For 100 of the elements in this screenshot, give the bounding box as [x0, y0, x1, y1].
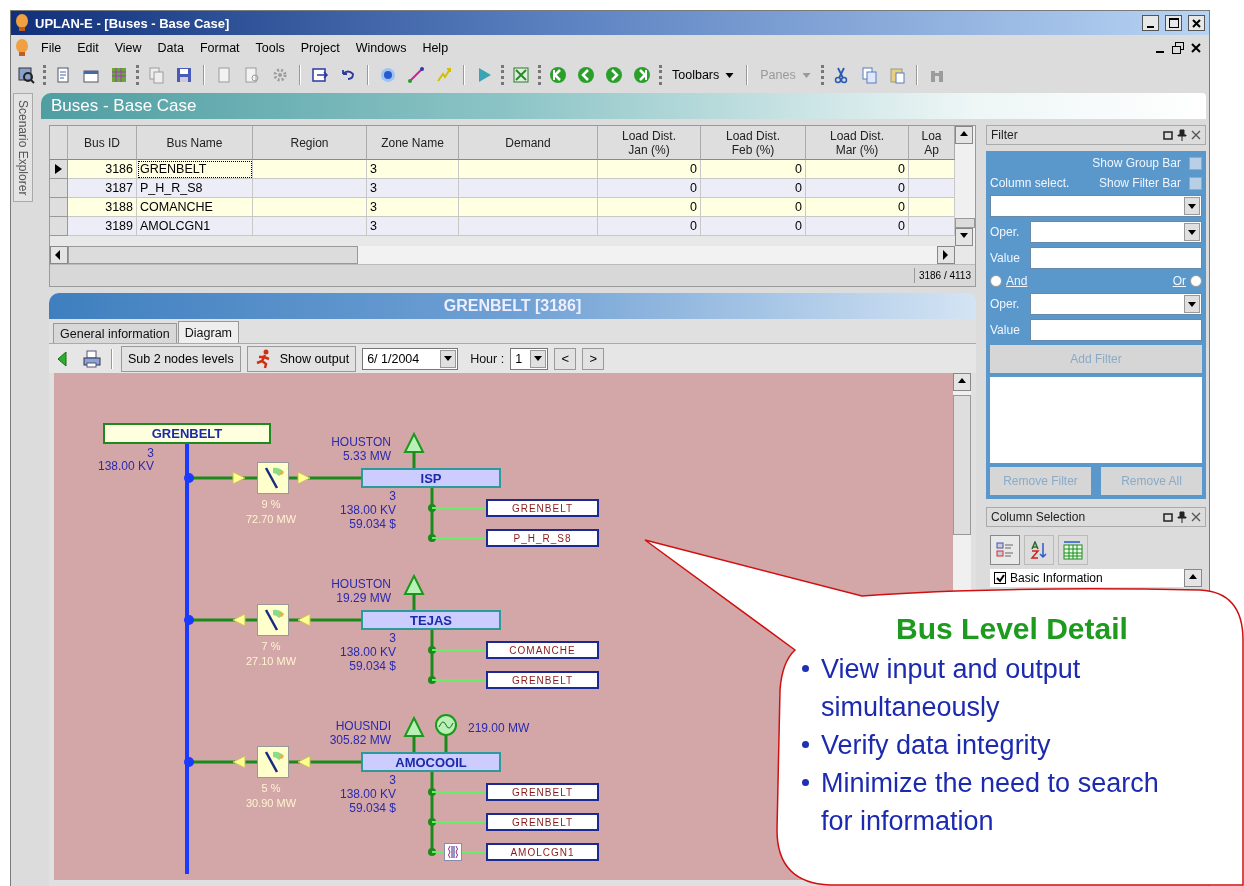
- table-cell: 3: [367, 160, 459, 179]
- column-header[interactable]: Load Dist. Jan (%): [598, 126, 701, 160]
- value-field[interactable]: [1030, 319, 1202, 341]
- column-header[interactable]: Load Dist. Mar (%): [806, 126, 909, 160]
- close-icon[interactable]: [1191, 130, 1201, 140]
- checkbox[interactable]: [1189, 156, 1202, 170]
- operator-dropdown[interactable]: [1030, 293, 1202, 315]
- bus-node[interactable]: TEJAS: [361, 610, 501, 630]
- bullet-icon: [802, 779, 809, 786]
- radio-button[interactable]: [990, 275, 1002, 287]
- restore-button[interactable]: [1169, 40, 1187, 56]
- scroll-up-button[interactable]: [955, 126, 973, 144]
- connected-bus-node[interactable]: GRENBELT: [486, 783, 599, 801]
- gauge-icon: [257, 604, 289, 636]
- row-header[interactable]: [50, 160, 68, 179]
- scroll-thumb[interactable]: [955, 218, 975, 228]
- column-header[interactable]: Load Dist. Feb (%): [701, 126, 806, 160]
- spreadsheet-icon[interactable]: [510, 64, 532, 86]
- checkbox[interactable]: [1189, 176, 1202, 190]
- float-icon[interactable]: [1163, 512, 1173, 522]
- value-field[interactable]: [1030, 247, 1202, 269]
- hour-dropdown[interactable]: 1: [510, 347, 549, 370]
- menu-item[interactable]: Tools: [247, 41, 293, 55]
- load-icon: [403, 716, 425, 752]
- scroll-right-button[interactable]: [937, 246, 955, 264]
- menu-item[interactable]: Data: [149, 41, 192, 55]
- scroll-thumb[interactable]: [953, 395, 971, 535]
- generator-icon: [435, 714, 457, 752]
- flow-percent: 5 %: [260, 782, 282, 795]
- menu-item[interactable]: File: [33, 41, 70, 55]
- table-cell: COMANCHE: [137, 198, 253, 217]
- load-icon: [403, 574, 425, 610]
- table-cell: 0: [806, 179, 909, 198]
- maximize-icon: [1168, 18, 1179, 28]
- menu-item[interactable]: Edit: [69, 41, 107, 55]
- connected-bus-node[interactable]: GRENBELT: [486, 813, 599, 831]
- scroll-down-button[interactable]: [955, 228, 973, 246]
- maximize-button[interactable]: [1165, 15, 1182, 31]
- pin-icon[interactable]: [1177, 129, 1187, 141]
- table-icon[interactable]: [1058, 535, 1088, 565]
- tab[interactable]: Diagram: [177, 321, 240, 343]
- connected-bus-node[interactable]: AMOLCGN1: [486, 843, 599, 861]
- print-icon[interactable]: [81, 347, 103, 370]
- bus-node[interactable]: GRENBELT: [103, 423, 271, 444]
- date-dropdown[interactable]: 6/ 1/2004: [362, 347, 459, 370]
- sort-icon[interactable]: [1024, 535, 1054, 565]
- scroll-up-button[interactable]: [1184, 569, 1202, 587]
- explorer-icon[interactable]: [15, 64, 37, 86]
- categories-icon[interactable]: [990, 535, 1020, 565]
- levels-button[interactable]: Sub 2 nodes levels: [121, 345, 241, 372]
- dropdown-arrow-icon: [534, 356, 543, 361]
- table-cell: 3186: [68, 160, 137, 179]
- area-label: HOUSNDI: [335, 720, 391, 733]
- column-header[interactable]: Demand: [459, 126, 598, 160]
- connected-bus-node[interactable]: GRENBELT: [486, 671, 599, 689]
- menu-item[interactable]: Windows: [347, 41, 415, 55]
- column-header[interactable]: Zone Name: [367, 126, 459, 160]
- tab[interactable]: General information: [53, 323, 177, 343]
- first-icon[interactable]: [547, 64, 569, 86]
- close-button[interactable]: [1188, 15, 1205, 31]
- next-button[interactable]: >: [582, 347, 605, 370]
- column-header[interactable]: Loa Ap: [909, 126, 955, 160]
- column-dropdown[interactable]: [990, 195, 1202, 217]
- field-label: Column select.: [990, 176, 1070, 190]
- menu-item[interactable]: Help: [414, 41, 457, 55]
- operator-dropdown[interactable]: [1030, 221, 1202, 243]
- side-tab[interactable]: Scenario Explorer: [13, 93, 33, 203]
- column-header[interactable]: Bus Name: [137, 126, 253, 160]
- load-icon: [403, 432, 425, 468]
- next-icon[interactable]: [603, 64, 625, 86]
- pin-icon[interactable]: [1177, 511, 1187, 523]
- bus-node[interactable]: ISP: [361, 468, 501, 488]
- scroll-thumb[interactable]: [68, 246, 358, 264]
- flow-value: 27.10 MW: [244, 655, 298, 668]
- column-header[interactable]: Bus ID: [68, 126, 137, 160]
- radio-button[interactable]: [1190, 275, 1202, 287]
- gauge-icon: [257, 462, 289, 494]
- connector-icon[interactable]: [405, 64, 427, 86]
- menu-item[interactable]: Format: [192, 41, 248, 55]
- show-output-button[interactable]: Show output: [246, 345, 357, 372]
- panel-title: Filter: [991, 128, 1018, 142]
- scroll-up-button[interactable]: [953, 373, 971, 391]
- checkbox[interactable]: [994, 572, 1006, 584]
- previous-button[interactable]: <: [554, 347, 577, 370]
- price-label: 59.034 $: [349, 802, 396, 815]
- minimize-button[interactable]: [1142, 15, 1159, 31]
- previous-icon[interactable]: [575, 64, 597, 86]
- close-icon[interactable]: [1191, 512, 1201, 522]
- column-header[interactable]: Region: [253, 126, 367, 160]
- menu-item[interactable]: Project: [292, 41, 348, 55]
- bus-node[interactable]: AMOCOOIL: [361, 752, 501, 772]
- field-label: Value: [990, 323, 1021, 337]
- scroll-left-button[interactable]: [50, 246, 68, 264]
- float-icon[interactable]: [1163, 130, 1173, 140]
- toolbar-dropdown[interactable]: Toolbars: [668, 68, 739, 82]
- last-icon[interactable]: [631, 64, 653, 86]
- connected-bus-node[interactable]: GRENBELT: [486, 499, 599, 517]
- connected-bus-node[interactable]: COMANCHE: [486, 641, 599, 659]
- menu-item[interactable]: View: [106, 41, 150, 55]
- connected-bus-node[interactable]: P_H_R_S8: [486, 529, 599, 547]
